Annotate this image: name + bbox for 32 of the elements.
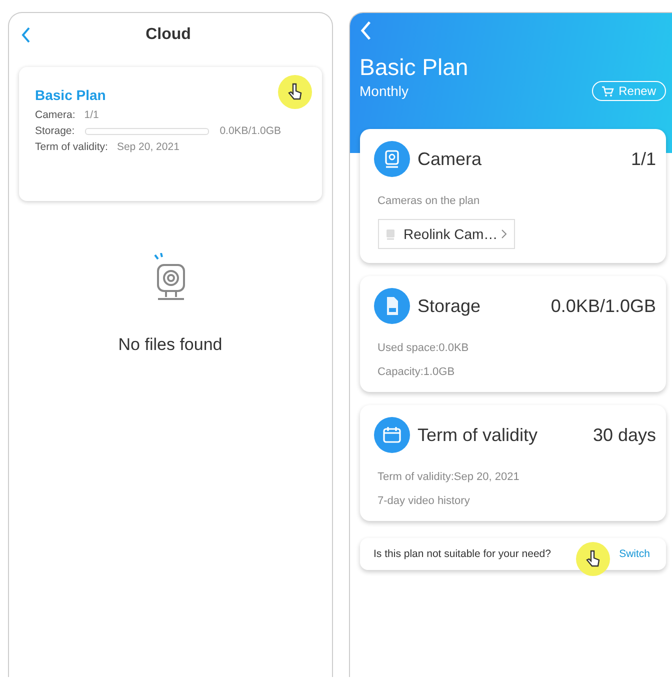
card-title: Camera: [418, 148, 483, 170]
detail-text: Capacity:1.0GB: [376, 366, 456, 378]
camera-value: 1/1: [84, 109, 99, 121]
validity-value: Sep 20, 2021: [116, 141, 180, 153]
card-value: 1/1: [630, 148, 656, 170]
sd-card-icon: [374, 288, 410, 324]
storage-value: 0.0KB/1.0GB: [220, 125, 281, 137]
plan-title: Basic Plan: [360, 54, 470, 82]
calendar-icon: [374, 417, 410, 454]
storage-label: Storage:: [35, 125, 75, 137]
chevron-right-icon: [500, 229, 507, 240]
plan-card[interactable]: Basic Plan Camera: 1/1 Storage: 0.0KB/1.0GB Term of validity: Sep 20, 2021: [19, 67, 322, 201]
switch-question: Is this plan not suitable for your need?: [374, 548, 551, 560]
camera-icon: [386, 228, 395, 240]
device-chip[interactable]: Reolink Cam…: [378, 219, 515, 250]
cursor-highlight-icon: [278, 75, 312, 109]
plan-period: Monthly: [360, 83, 409, 100]
card-value: 30 days: [592, 424, 656, 446]
camera-label: Camera:: [35, 109, 76, 121]
detail-text: Cameras on the plan: [376, 195, 481, 208]
detail-text: 7-day video history: [376, 495, 471, 508]
screen-title: Cloud: [144, 26, 192, 44]
card-title: Storage: [418, 296, 482, 317]
plan-title: Basic Plan: [35, 87, 107, 103]
camera-icon: [374, 141, 410, 178]
detail-text: Used space:0.0KB: [376, 342, 470, 354]
cart-icon: [602, 86, 614, 97]
card-value: 0.0KB/1.0GB: [550, 296, 656, 317]
validity-label: Term of validity:: [35, 141, 108, 153]
card-title: Term of validity: [418, 424, 539, 446]
detail-text: Term of validity:Sep 20, 2021: [376, 471, 520, 484]
empty-message: No files found: [118, 335, 222, 355]
